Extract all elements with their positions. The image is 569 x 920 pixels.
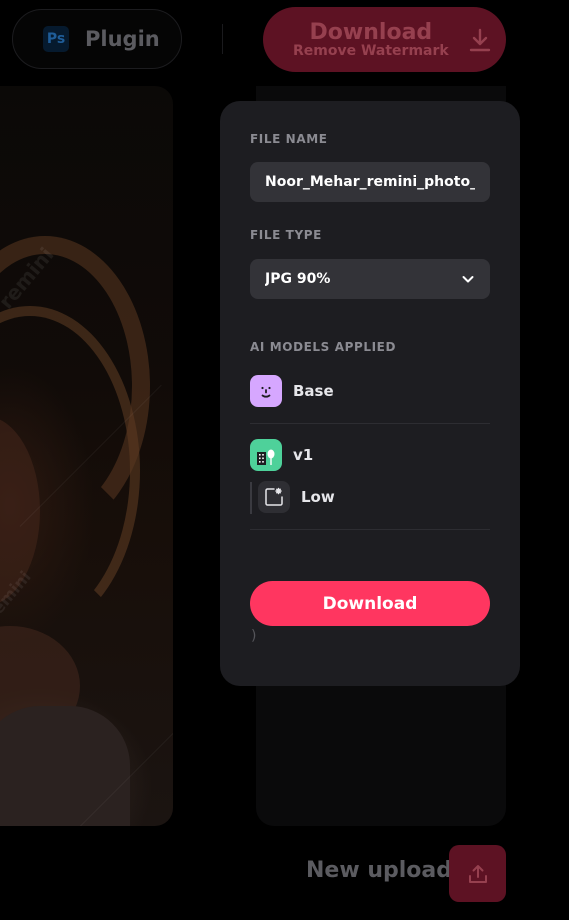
file-type-label: FILE TYPE	[250, 228, 322, 242]
enhanced-photo-preview: remini remini	[0, 86, 173, 826]
new-upload-button[interactable]	[449, 845, 506, 902]
model-label: Low	[301, 488, 335, 506]
file-name-value: Noor_Mehar_remini_photo_enhanced	[265, 174, 475, 190]
divider	[222, 24, 223, 54]
divider	[250, 529, 490, 530]
download-settings-panel: FILE NAME Noor_Mehar_remini_photo_enhanc…	[220, 101, 520, 686]
model-sub-indicator	[250, 482, 252, 514]
upload-icon	[468, 864, 487, 883]
ai-models-label: AI MODELS APPLIED	[250, 340, 397, 354]
download-remove-watermark-button[interactable]: Download Remove Watermark	[263, 7, 506, 72]
plugin-label: Plugin	[85, 27, 160, 51]
model-item-base: Base	[250, 375, 334, 407]
download-title: Download	[309, 19, 433, 45]
file-type-value: JPG 90%	[265, 271, 331, 287]
model-item-v1: v1	[250, 439, 313, 471]
chevron-down-icon	[462, 276, 474, 283]
download-button[interactable]: Download	[250, 581, 490, 626]
file-name-input[interactable]: Noor_Mehar_remini_photo_enhanced	[250, 162, 490, 202]
file-type-select[interactable]: JPG 90%	[250, 259, 490, 299]
remove-watermark-label: Remove Watermark	[293, 42, 449, 59]
top-bar: Ps Plugin Download Remove Watermark	[0, 0, 569, 80]
model-label: Base	[293, 382, 334, 400]
photoshop-plugin-button[interactable]: Ps Plugin	[12, 9, 182, 69]
landscape-icon	[250, 439, 282, 471]
model-item-low: Low	[258, 481, 335, 513]
stray-text: )	[251, 628, 257, 644]
new-upload-label[interactable]: New upload	[306, 858, 452, 883]
file-name-label: FILE NAME	[250, 132, 328, 146]
model-label: v1	[293, 446, 314, 464]
sparkle-frame-icon	[258, 481, 290, 513]
face-icon	[250, 375, 282, 407]
photoshop-icon: Ps	[43, 26, 69, 52]
download-icon	[469, 28, 490, 51]
divider	[250, 423, 490, 424]
